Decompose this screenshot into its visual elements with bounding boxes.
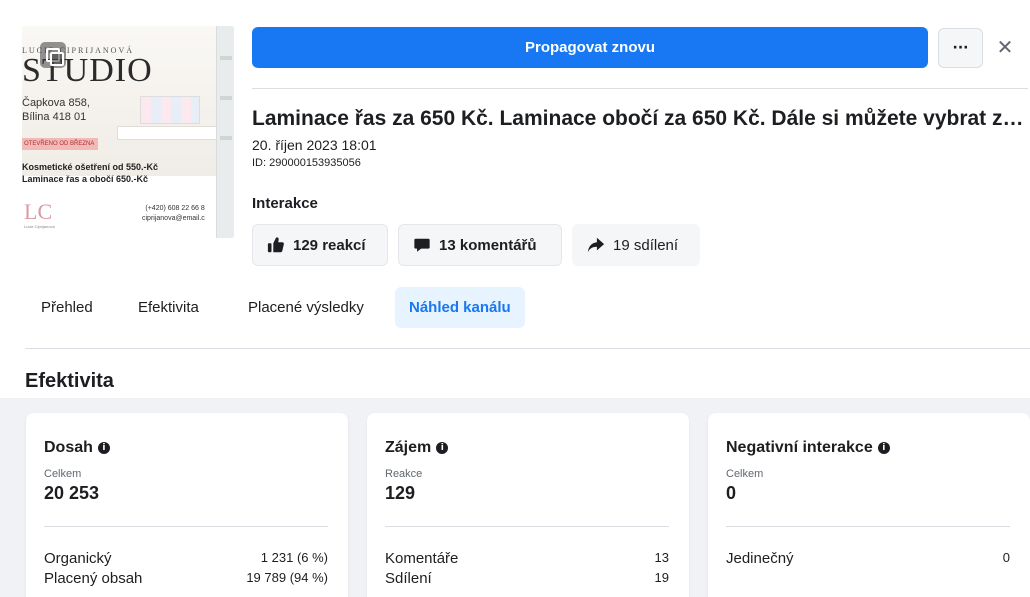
reach-card-subtitle: Celkem (44, 468, 82, 480)
shares-button[interactable]: 19 sdílení (572, 224, 700, 266)
close-icon[interactable]: ✕ (994, 36, 1016, 58)
thumbnail-phone: (+420) 608 22 66 8 (145, 205, 205, 212)
thumbnail-contact: (+420) 608 22 66 8 ciprijanova@email.c (142, 204, 205, 224)
post-title: Laminace řas za 650 Kč. Laminace obočí z… (252, 107, 1028, 130)
comments-button[interactable]: 13 komentářů (398, 224, 562, 266)
shares-count: 19 sdílení (613, 236, 679, 254)
comment-icon (414, 238, 430, 252)
post-date: 20. říjen 2023 18:01 (252, 137, 377, 153)
thumbnail-desk (117, 126, 217, 140)
tab-overview[interactable]: Přehled (27, 287, 107, 328)
more-options-button[interactable]: ··· (938, 28, 983, 68)
row-value: 19 (654, 570, 669, 585)
row-label: Organický (44, 550, 112, 567)
negative-row-unique: Jedinečný 0 (726, 550, 1010, 567)
info-icon[interactable]: i (436, 442, 449, 454)
tab-feed-preview[interactable]: Náhled kanálu (395, 287, 525, 328)
reach-card-value: 20 253 (44, 483, 100, 503)
row-label: Komentáře (385, 550, 459, 567)
negative-title-text: Negativní interakce (726, 439, 873, 456)
reach-title-text: Dosah (44, 439, 93, 456)
thumbnail-shelf (216, 26, 234, 238)
row-label: Sdílení (385, 570, 432, 587)
reach-row-paid: Placený obsah 19 789 (94 %) (44, 570, 328, 587)
thumbnail-address-line2: Bílina 418 01 (22, 111, 87, 123)
negative-card-value: 0 (726, 483, 737, 503)
carousel-copy-icon (40, 42, 66, 68)
reach-card-divider (44, 526, 328, 527)
interest-row-shares: Sdílení 19 (385, 570, 669, 587)
row-label: Jedinečný (726, 550, 794, 567)
interactions-heading: Interakce (252, 195, 318, 212)
post-id: ID: 290000153935056 (252, 157, 361, 169)
post-insights-panel: LUCIE CIPRIJANOVÁ STUDIO Čapkova 858, Bí… (0, 0, 1030, 597)
reach-card-title: Dosah i (44, 439, 110, 457)
thumbnail-frames (140, 96, 200, 124)
interest-card: Zájem i Reakce 129 Komentáře 13 Sdílení … (367, 413, 689, 597)
comments-count: 13 komentářů (439, 236, 537, 254)
negative-interactions-card: Negativní interakce i Celkem 0 Jedinečný… (708, 413, 1030, 597)
reactions-count: 129 reakcí (293, 236, 366, 254)
thumbnail-email: ciprijanova@email.c (142, 215, 205, 222)
section-title: Efektivita (25, 370, 114, 392)
interest-card-divider (385, 526, 669, 527)
reactions-button[interactable]: 129 reakcí (252, 224, 388, 266)
tab-paid-results[interactable]: Placené výsledky (234, 287, 378, 328)
tab-effectivity[interactable]: Efektivita (124, 287, 213, 328)
thumbnail-ribbon: OTEVŘENO OD BŘEZNA (22, 138, 99, 150)
header-divider (252, 88, 1028, 89)
row-value: 0 (1002, 550, 1010, 565)
thumbs-up-icon (267, 237, 284, 253)
thumbnail-address: Čapkova 858, Bílina 418 01 (22, 96, 90, 124)
reach-row-organic: Organický 1 231 (6 %) (44, 550, 328, 567)
interest-card-value: 129 (385, 483, 416, 503)
row-value: 19 789 (94 %) (246, 570, 328, 585)
thumbnail-offer-line1: Kosmetické ošetření od 550.-Kč (22, 162, 159, 172)
thumbnail-logo: LC (24, 199, 53, 224)
row-value: 1 231 (6 %) (260, 550, 328, 565)
negative-card-title: Negativní interakce i (726, 439, 890, 457)
share-arrow-icon (587, 237, 605, 253)
interest-card-subtitle: Reakce (385, 468, 423, 480)
thumbnail-offer: Kosmetické ošetření od 550.-Kč Laminace … (22, 161, 158, 185)
row-value: 13 (654, 550, 669, 565)
interest-title-text: Zájem (385, 439, 432, 456)
thumbnail-logo-sub: Lucie Ciprijanová (24, 224, 55, 229)
negative-card-divider (726, 526, 1010, 527)
interest-card-title: Zájem i (385, 439, 449, 457)
reach-card: Dosah i Celkem 20 253 Organický 1 231 (6… (26, 413, 348, 597)
interest-row-comments: Komentáře 13 (385, 550, 669, 567)
post-thumbnail[interactable]: LUCIE CIPRIJANOVÁ STUDIO Čapkova 858, Bí… (22, 26, 234, 238)
promote-again-button[interactable]: Propagovat znovu (252, 27, 928, 68)
info-icon[interactable]: i (97, 442, 110, 454)
negative-card-subtitle: Celkem (726, 468, 764, 480)
thumbnail-address-line1: Čapkova 858, (22, 97, 90, 109)
info-icon[interactable]: i (877, 442, 890, 454)
tabs-divider (25, 348, 1030, 349)
row-label: Placený obsah (44, 570, 143, 587)
thumbnail-offer-line2: Laminace řas a obočí 650.-Kč (22, 174, 149, 184)
